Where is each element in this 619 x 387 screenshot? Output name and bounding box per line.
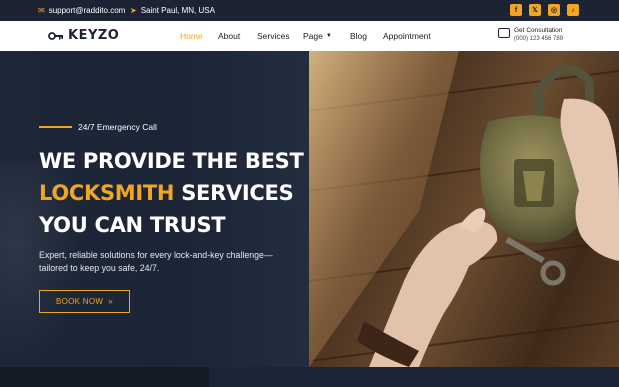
consultation-contact[interactable]: Get Consultation (000) 123 456 789 <box>498 26 563 44</box>
nav-appointment-label[interactable]: Appointment <box>383 31 431 41</box>
headline-line-2-rest: SERVICES <box>174 181 294 205</box>
nav-blog-label[interactable]: Blog <box>350 31 367 41</box>
consultation-phone[interactable]: (000) 123 456 789 <box>514 35 563 44</box>
book-now-label: BOOK NOW <box>55 297 104 306</box>
nav-appointment[interactable]: Appointment <box>383 21 431 51</box>
headline-line-3: YOU CAN TRUST <box>39 213 226 237</box>
location-text: Saint Paul, MN, USA <box>140 6 215 15</box>
key-icon <box>48 31 63 40</box>
bottom-strip-dark <box>0 367 209 387</box>
email-text[interactable]: support@raddito.com <box>49 6 126 15</box>
brand-name: KEYZO <box>68 28 120 43</box>
nav-page-label[interactable]: Page <box>303 31 323 41</box>
nav-services[interactable]: Services <box>257 21 290 51</box>
hero-image <box>309 51 619 367</box>
location-contact: ➤ Saint Paul, MN, USA <box>130 0 215 21</box>
hero-description: Expert, reliable solutions for every loc… <box>39 250 273 273</box>
bottom-strip <box>0 367 619 387</box>
nav-about-label[interactable]: About <box>218 31 240 41</box>
headline-accent: LOCKSMITH <box>39 181 175 205</box>
eyebrow-line <box>39 126 72 128</box>
brand-logo[interactable]: KEYZO <box>48 28 119 43</box>
double-chevron-right-icon: » <box>108 297 114 306</box>
nav-home-label[interactable]: Home <box>180 31 203 41</box>
consultation-label: Get Consultation <box>514 27 563 34</box>
hero-headline: WE PROVIDE THE BEST LOCKSMITH SERVICES Y… <box>39 145 304 241</box>
main-navbar: KEYZO Home About Services Page ▼ Blog Ap… <box>0 21 619 51</box>
nav-services-label[interactable]: Services <box>257 31 290 41</box>
tiktok-icon[interactable]: ♪ <box>567 4 579 16</box>
hero-eyebrow: 24/7 Emergency Call <box>39 122 157 132</box>
nav-home[interactable]: Home <box>180 21 203 51</box>
facebook-icon[interactable]: f <box>510 4 522 16</box>
social-links: f 𝕏 ◎ ♪ <box>510 4 579 16</box>
nav-blog[interactable]: Blog <box>350 21 367 51</box>
top-bar: ✉ support@raddito.com ➤ Saint Paul, MN, … <box>0 0 619 21</box>
mail-icon: ✉ <box>38 5 45 15</box>
padlock-photo-illustration <box>309 51 619 367</box>
headline-line-1: WE PROVIDE THE BEST <box>39 149 304 173</box>
nav-page[interactable]: Page ▼ <box>303 21 332 51</box>
x-twitter-icon[interactable]: 𝕏 <box>529 4 541 16</box>
headline-line-2: LOCKSMITH SERVICES <box>39 177 303 209</box>
chat-icon <box>498 28 510 38</box>
location-pin-icon: ➤ <box>130 5 137 15</box>
caret-down-icon: ▼ <box>325 33 332 39</box>
instagram-icon[interactable]: ◎ <box>548 4 560 16</box>
eyebrow-text: 24/7 Emergency Call <box>78 122 157 132</box>
nav-about[interactable]: About <box>218 21 240 51</box>
email-contact[interactable]: ✉ support@raddito.com <box>38 0 125 21</box>
book-now-button[interactable]: BOOK NOW » <box>39 290 130 313</box>
